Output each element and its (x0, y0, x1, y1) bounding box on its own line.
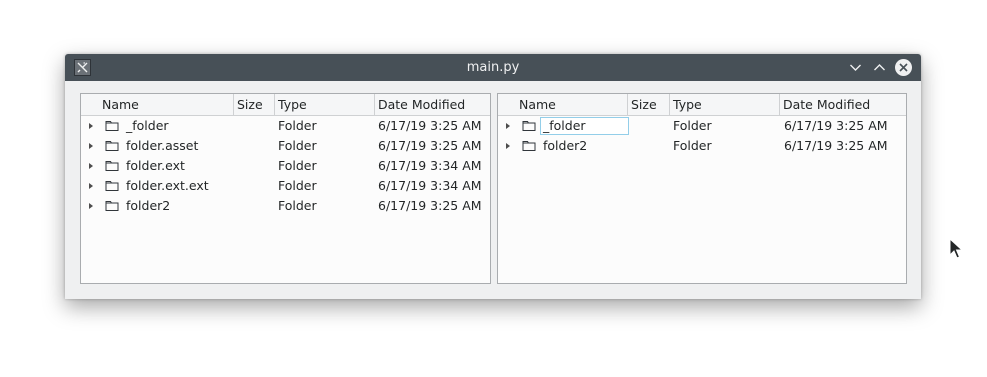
folder-icon (522, 141, 536, 151)
row-date: 6/17/19 3:25 AM (784, 138, 888, 153)
row-type: Folder (278, 158, 317, 173)
table-row[interactable]: folder2 Folder 6/17/19 3:25 AM (498, 136, 906, 156)
header-date-modified[interactable]: Date Modified (375, 94, 490, 115)
row-date: 6/17/19 3:34 AM (378, 158, 482, 173)
table-row[interactable]: folder.ext Folder 6/17/19 3:34 AM (81, 156, 490, 176)
header-date-modified[interactable]: Date Modified (780, 94, 906, 115)
row-type: Folder (278, 138, 317, 153)
row-name: _folder (126, 118, 169, 133)
window-title: main.py (466, 60, 520, 75)
row-date: 6/17/19 3:25 AM (784, 118, 888, 133)
rename-input-value: _folder (543, 118, 586, 133)
header-type[interactable]: Type (670, 94, 780, 115)
folder-icon (522, 121, 536, 131)
folder-icon (105, 161, 119, 171)
row-type: Folder (278, 118, 317, 133)
row-type: Folder (278, 198, 317, 213)
close-button[interactable] (894, 58, 913, 77)
header-name[interactable]: Name (99, 94, 234, 115)
header-name[interactable]: Name (516, 94, 628, 115)
row-type: Folder (673, 118, 712, 133)
header-size[interactable]: Size (234, 94, 275, 115)
header-type[interactable]: Type (275, 94, 375, 115)
expand-arrow-icon[interactable] (506, 143, 510, 149)
row-type: Folder (673, 138, 712, 153)
table-row[interactable]: folder.asset Folder 6/17/19 3:25 AM (81, 136, 490, 156)
row-date: 6/17/19 3:25 AM (378, 118, 482, 133)
maximize-button[interactable] (870, 58, 889, 77)
chevron-up-icon (874, 64, 885, 71)
rename-input[interactable]: _folder (540, 117, 629, 135)
row-type: Folder (278, 178, 317, 193)
folder-icon (105, 181, 119, 191)
folder-icon (105, 141, 119, 151)
column-header: Name Size Type Date Modified (498, 94, 906, 116)
expand-arrow-icon[interactable] (506, 123, 510, 129)
expand-arrow-icon[interactable] (89, 183, 93, 189)
expand-arrow-icon[interactable] (89, 203, 93, 209)
row-name: folder.ext (126, 158, 185, 173)
column-header: Name Size Type Date Modified (81, 94, 490, 116)
folder-icon (105, 121, 119, 131)
mouse-cursor-icon (949, 238, 963, 259)
row-date: 6/17/19 3:25 AM (378, 138, 482, 153)
table-row[interactable]: _folder Folder 6/17/19 3:25 AM (498, 116, 906, 136)
expand-arrow-icon[interactable] (89, 163, 93, 169)
expand-arrow-icon[interactable] (89, 143, 93, 149)
title-bar[interactable]: main.py (65, 54, 921, 81)
row-name: folder2 (543, 138, 588, 153)
row-name: folder.ext.ext (126, 178, 209, 193)
folder-icon (105, 201, 119, 211)
chevron-down-icon (850, 64, 861, 71)
table-row[interactable]: folder2 Folder 6/17/19 3:25 AM (81, 196, 490, 216)
header-size[interactable]: Size (628, 94, 670, 115)
minimize-button[interactable] (846, 58, 865, 77)
row-date: 6/17/19 3:34 AM (378, 178, 482, 193)
row-name: folder2 (126, 198, 171, 213)
row-name: folder.asset (126, 138, 199, 153)
row-date: 6/17/19 3:25 AM (378, 198, 482, 213)
right-tree-view[interactable]: Name Size Type Date Modified _folder Fol… (497, 93, 907, 284)
table-row[interactable]: _folder Folder 6/17/19 3:25 AM (81, 116, 490, 136)
expand-arrow-icon[interactable] (89, 123, 93, 129)
left-tree-view[interactable]: Name Size Type Date Modified _folder Fol… (80, 93, 491, 284)
close-icon (895, 59, 912, 76)
table-row[interactable]: folder.ext.ext Folder 6/17/19 3:34 AM (81, 176, 490, 196)
app-window: main.py Name Size Type Date Modified _fo… (65, 54, 921, 299)
